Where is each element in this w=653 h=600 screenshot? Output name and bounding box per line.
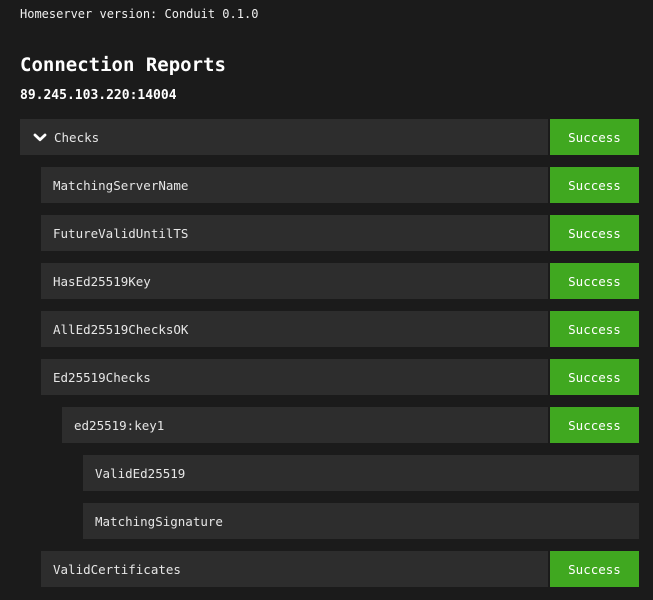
status-badge: Success	[548, 551, 639, 587]
report-row-ed25519-checks: Ed25519Checks Success	[41, 359, 639, 395]
page-title: Connection Reports	[20, 54, 639, 76]
report-row-ed25519-key1: ed25519:key1 Success	[62, 407, 639, 443]
report-row-valid-certificates: ValidCertificates Success	[41, 551, 639, 587]
status-badge: Success	[548, 119, 639, 155]
row-label: HasEd25519Key	[41, 274, 151, 289]
report-row-checks[interactable]: Checks Success	[20, 119, 639, 155]
row-label: ValidCertificates	[41, 562, 181, 577]
report-row-matching-server-name: MatchingServerName Success	[41, 167, 639, 203]
connection-report-page: Homeserver version: Conduit 0.1.0 Connec…	[0, 0, 653, 587]
server-address: 89.245.103.220:14004	[20, 88, 639, 103]
status-badge: Success	[548, 407, 639, 443]
status-badge: Success	[548, 215, 639, 251]
row-label: ValidEd25519	[83, 466, 185, 481]
report-row-future-valid-until-ts: FutureValidUntilTS Success	[41, 215, 639, 251]
status-badge: Success	[548, 263, 639, 299]
row-label: MatchingServerName	[41, 178, 188, 193]
row-label: FutureValidUntilTS	[41, 226, 188, 241]
row-label: Checks	[47, 130, 99, 145]
report-row-matching-signature: MatchingSignature	[83, 503, 639, 539]
chevron-down-icon	[33, 133, 47, 142]
status-badge: Success	[548, 311, 639, 347]
homeserver-version-text: Homeserver version: Conduit 0.1.0	[20, 0, 639, 21]
report-row-all-ed25519-checks-ok: AllEd25519ChecksOK Success	[41, 311, 639, 347]
status-badge: Success	[548, 167, 639, 203]
row-label: Ed25519Checks	[41, 370, 151, 385]
report-row-valid-ed25519: ValidEd25519	[83, 455, 639, 491]
checks-report-list: Checks Success MatchingServerName Succes…	[20, 119, 639, 587]
row-label: MatchingSignature	[83, 514, 223, 529]
status-badge: Success	[548, 359, 639, 395]
report-row-has-ed25519-key: HasEd25519Key Success	[41, 263, 639, 299]
row-label: ed25519:key1	[62, 418, 164, 433]
row-label: AllEd25519ChecksOK	[41, 322, 188, 337]
